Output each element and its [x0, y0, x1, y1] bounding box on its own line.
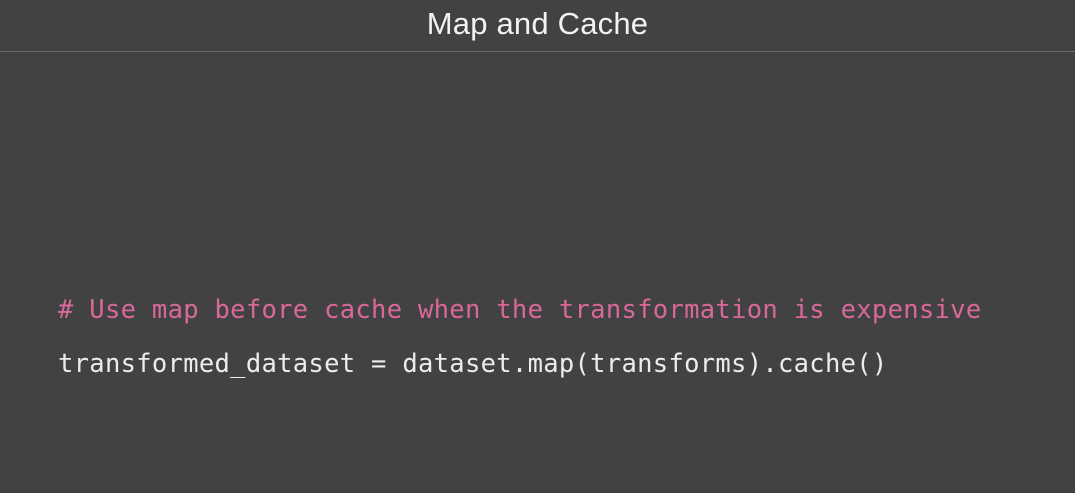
- code-comment-line: # Use map before cache when the transfor…: [58, 295, 982, 325]
- slide-title: Map and Cache: [426, 6, 649, 41]
- slide: Map and Cache # Use map before cache whe…: [0, 0, 1075, 493]
- code-block: # Use map before cache when the transfor…: [58, 292, 1048, 382]
- code-statement-line: transformed_dataset = dataset.map(transf…: [58, 349, 888, 379]
- title-bar: Map and Cache: [0, 0, 1075, 52]
